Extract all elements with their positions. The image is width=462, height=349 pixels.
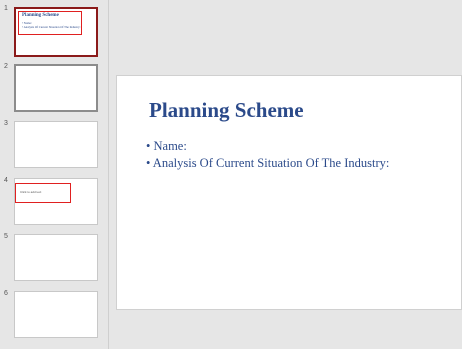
thumbnail-text: Click to add text: [20, 190, 42, 194]
slide-number-5: 5: [4, 233, 8, 240]
slide-thumbnail-2[interactable]: [14, 64, 98, 112]
slide-thumbnail-3[interactable]: [14, 121, 98, 168]
slide-canvas[interactable]: Planning Scheme • Name: • Analysis Of Cu…: [116, 75, 462, 310]
slide-number-1: 1: [4, 5, 8, 12]
bullet-item: • Name:: [146, 139, 187, 153]
slide-title[interactable]: Planning Scheme: [149, 98, 304, 123]
slide-number-6: 6: [4, 290, 8, 297]
slide-thumbnail-6[interactable]: [14, 291, 98, 338]
slide-body[interactable]: • Name: • Analysis Of Current Situation …: [146, 139, 389, 173]
slide-thumbnail-1[interactable]: Planning Scheme • Name: • Analysis Of Cu…: [14, 7, 98, 57]
thumbnail-title: Planning Scheme: [22, 13, 59, 18]
thumbnail-bullet: • Analysis Of Current Situation Of The I…: [22, 25, 81, 29]
slide-number-4: 4: [4, 177, 8, 184]
slide-thumbnail-4[interactable]: Click to add text: [14, 178, 98, 225]
slide-number-3: 3: [4, 120, 8, 127]
slide-thumbnail-panel: 1 Planning Scheme • Name: • Analysis Of …: [0, 0, 109, 349]
slide-number-2: 2: [4, 63, 8, 70]
slide-thumbnail-5[interactable]: [14, 234, 98, 281]
bullet-item: • Analysis Of Current Situation Of The I…: [146, 156, 390, 170]
